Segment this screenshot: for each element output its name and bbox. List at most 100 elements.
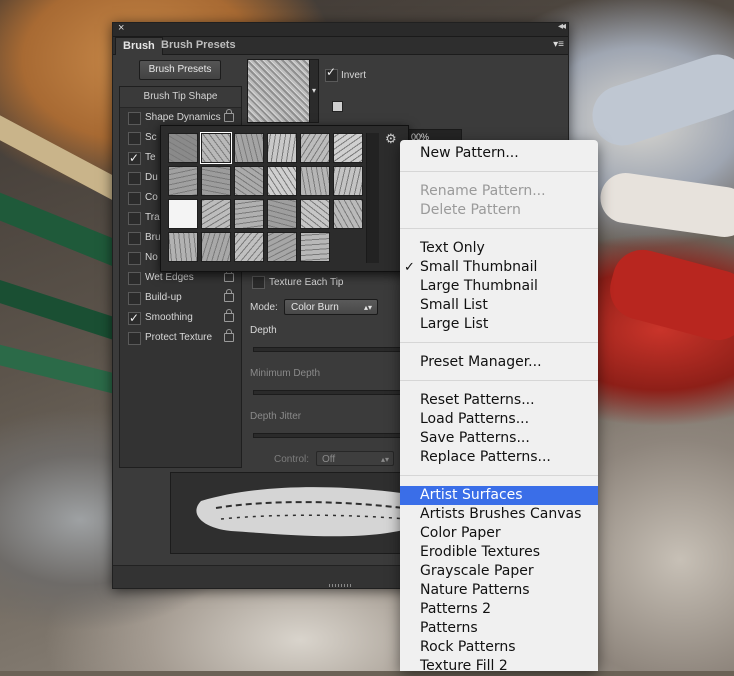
pattern-swatch[interactable] [234, 133, 264, 163]
menu-item[interactable]: Large List [400, 315, 598, 334]
brush-setting-item[interactable]: Smoothing [120, 308, 241, 328]
menu-item[interactable]: Grayscale Paper [400, 562, 598, 581]
menu-item[interactable]: Rock Patterns [400, 638, 598, 657]
depth-jitter-slider[interactable] [253, 433, 405, 438]
pattern-swatch[interactable] [234, 166, 264, 196]
pattern-picker-menu: New Pattern... Rename Pattern... Delete Pa… [400, 140, 598, 674]
menu-item[interactable]: Rename Pattern... [400, 182, 598, 201]
mode-select[interactable]: Color Burn ▴▾ [284, 299, 378, 315]
pattern-swatch[interactable] [267, 166, 297, 196]
menu-item[interactable]: Patterns [400, 619, 598, 638]
setting-label: Co [145, 192, 158, 203]
pattern-swatch[interactable] [168, 133, 198, 163]
brush-tip-shape-item[interactable]: Brush Tip Shape [120, 87, 241, 108]
setting-checkbox[interactable] [128, 332, 141, 345]
lock-icon[interactable] [224, 309, 234, 322]
setting-checkbox[interactable] [128, 172, 141, 185]
menu-item[interactable]: New Pattern... [400, 144, 598, 163]
resize-grip[interactable] [329, 584, 351, 587]
pattern-swatch[interactable] [168, 199, 198, 229]
pattern-swatch[interactable] [300, 199, 330, 229]
menu-separator [400, 475, 598, 476]
brush-setting-item[interactable]: Build-up [120, 288, 241, 308]
setting-checkbox[interactable] [128, 292, 141, 305]
setting-checkbox[interactable] [128, 212, 141, 225]
brush-setting-item[interactable]: Protect Texture [120, 328, 241, 348]
menu-item-label: Text Only [420, 240, 485, 256]
setting-checkbox[interactable] [128, 308, 141, 328]
setting-checkbox[interactable] [128, 112, 141, 125]
pattern-swatch[interactable] [333, 133, 363, 163]
menu-item[interactable]: Erodible Textures [400, 543, 598, 562]
menu-item[interactable]: Artist Surfaces [400, 486, 598, 505]
close-icon[interactable]: × [118, 22, 124, 34]
lock-icon[interactable] [224, 289, 234, 302]
gear-icon[interactable]: ⚙ [385, 131, 397, 147]
pattern-thumbnail[interactable] [247, 59, 311, 123]
lock-icon[interactable] [224, 269, 234, 282]
menu-item[interactable]: Large Thumbnail [400, 277, 598, 296]
pattern-swatch[interactable] [267, 133, 297, 163]
pattern-swatch[interactable] [201, 199, 231, 229]
menu-item[interactable]: Replace Patterns... [400, 448, 598, 467]
pattern-swatch[interactable] [201, 232, 231, 262]
collapse-icon[interactable]: ◂◂ [558, 21, 566, 32]
pattern-swatch[interactable] [300, 232, 330, 262]
setting-checkbox[interactable] [128, 132, 141, 145]
picker-scrollbar[interactable] [366, 133, 379, 263]
menu-item-label: Replace Patterns... [420, 449, 551, 465]
menu-item[interactable]: Save Patterns... [400, 429, 598, 448]
pattern-swatch[interactable] [267, 232, 297, 262]
panel-tabs: Brush Brush Presets ▾≡ [113, 37, 568, 55]
pattern-swatch[interactable] [234, 199, 264, 229]
setting-checkbox[interactable] [128, 192, 141, 205]
new-preset-icon[interactable] [332, 101, 343, 112]
setting-label: No [145, 252, 158, 263]
control-select[interactable]: Off ▴▾ [316, 451, 394, 466]
menu-item[interactable]: Delete Pattern [400, 201, 598, 220]
minimum-depth-slider[interactable] [253, 390, 405, 395]
setting-checkbox[interactable] [128, 272, 141, 285]
texture-each-tip-checkbox[interactable] [252, 276, 265, 289]
setting-label: Build-up [145, 292, 182, 303]
setting-checkbox[interactable] [128, 252, 141, 265]
pattern-swatch[interactable] [234, 232, 264, 262]
pattern-swatch[interactable] [333, 199, 363, 229]
pattern-swatch[interactable] [300, 166, 330, 196]
menu-item[interactable]: Color Paper [400, 524, 598, 543]
menu-item-label: Reset Patterns... [420, 392, 535, 408]
menu-item-label: Large List [420, 316, 489, 332]
menu-item[interactable]: Preset Manager... [400, 353, 598, 372]
menu-item[interactable]: Load Patterns... [400, 410, 598, 429]
menu-item[interactable]: Text Only [400, 239, 598, 258]
pattern-swatch[interactable] [200, 132, 232, 164]
setting-checkbox[interactable] [128, 148, 141, 168]
pattern-swatch[interactable] [201, 166, 231, 196]
menu-item[interactable]: Small List [400, 296, 598, 315]
pattern-swatch[interactable] [267, 199, 297, 229]
pattern-swatch[interactable] [300, 133, 330, 163]
menu-item-label: Preset Manager... [420, 354, 542, 370]
menu-item-label: New Pattern... [420, 145, 519, 161]
menu-item[interactable]: Artists Brushes Canvas [400, 505, 598, 524]
brush-presets-button[interactable]: Brush Presets [139, 60, 221, 80]
menu-item[interactable]: Reset Patterns... [400, 391, 598, 410]
menu-item[interactable]: ✓ Small Thumbnail [400, 258, 598, 277]
lock-icon[interactable] [224, 109, 234, 122]
tab-brush-presets[interactable]: Brush Presets [154, 37, 243, 54]
invert-checkbox[interactable] [325, 65, 338, 82]
setting-label: Te [145, 152, 156, 163]
depth-slider[interactable] [253, 347, 405, 352]
pattern-swatch[interactable] [168, 232, 198, 262]
lock-icon[interactable] [224, 329, 234, 342]
setting-label: Protect Texture [145, 332, 213, 343]
menu-item[interactable]: Patterns 2 [400, 600, 598, 619]
setting-checkbox[interactable] [128, 232, 141, 245]
menu-item[interactable]: Texture Fill 2 [400, 657, 598, 676]
menu-item-label: Patterns 2 [420, 601, 492, 617]
menu-item[interactable]: Nature Patterns [400, 581, 598, 600]
pattern-swatch[interactable] [333, 166, 363, 196]
pattern-swatch[interactable] [168, 166, 198, 196]
pattern-picker-dropdown[interactable]: ▾ [309, 59, 319, 123]
panel-menu-icon[interactable]: ▾≡ [553, 39, 564, 50]
